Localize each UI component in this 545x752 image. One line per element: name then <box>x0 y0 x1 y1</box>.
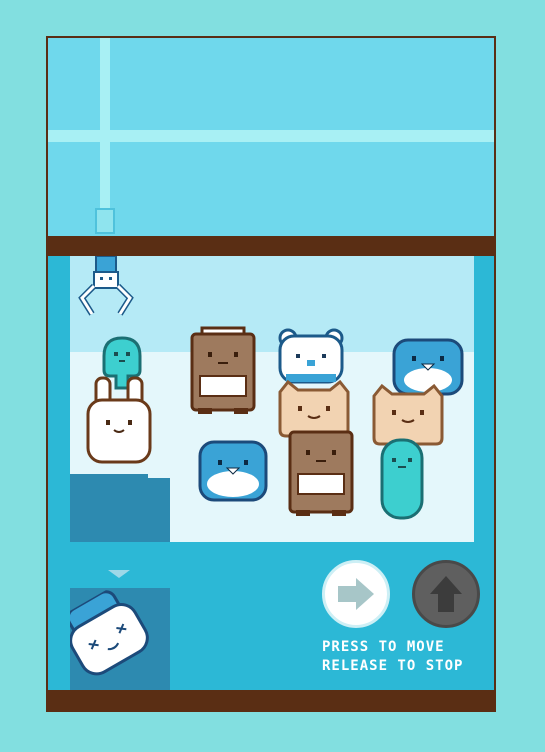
right-arrow-icon <box>338 578 374 610</box>
claw <box>76 256 136 318</box>
prize-chute <box>70 478 170 542</box>
prize-slot <box>70 588 170 690</box>
hint-line-2: RELEASE TO STOP <box>322 658 464 674</box>
prize-teal-slime[interactable] <box>378 436 426 522</box>
prize-white-bear[interactable] <box>276 328 346 386</box>
wood-divider-top <box>48 236 494 256</box>
claw-rail-horizontal <box>48 130 494 142</box>
wood-base <box>48 690 494 710</box>
up-arrow-icon <box>430 576 462 612</box>
claw-machine: PRESS TO MOVE RELEASE TO STOP <box>46 36 496 712</box>
won-prize-white-blue-bear[interactable] <box>70 588 160 687</box>
prize-brown-robot[interactable] <box>286 430 356 520</box>
prize-brown-robot[interactable] <box>188 326 258 416</box>
control-hint: PRESS TO MOVE RELEASE TO STOP <box>322 638 463 676</box>
move-button[interactable] <box>322 560 390 628</box>
drop-indicator-arrow-icon <box>108 570 130 578</box>
prize-white-bunny[interactable] <box>84 376 154 468</box>
prize-blue-penguin[interactable] <box>196 438 270 504</box>
up-button[interactable] <box>412 560 480 628</box>
claw-rod <box>95 208 115 234</box>
hint-line-1: PRESS TO MOVE <box>322 639 445 655</box>
